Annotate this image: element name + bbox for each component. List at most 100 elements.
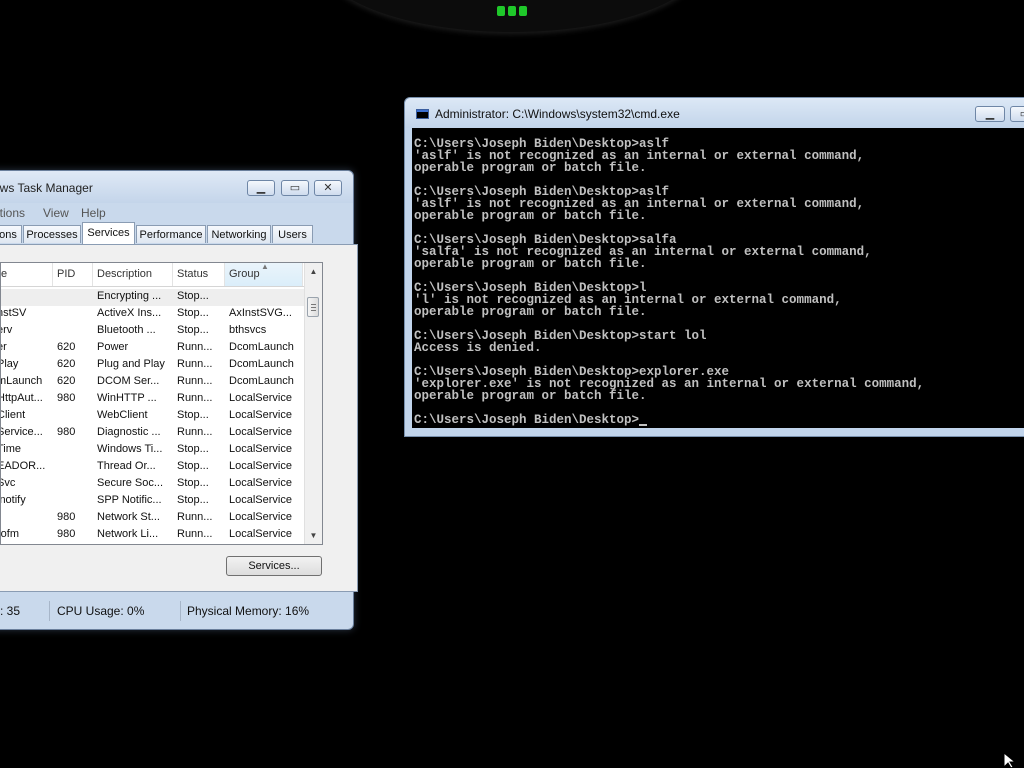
tab-performance[interactable]: Performance [136,225,206,243]
service-group: AxInstSVG... [229,307,292,319]
tab-users[interactable]: Users [272,225,313,243]
table-row[interactable]: inotify SPP Notific... Stop... LocalService [1,493,307,510]
tab-processes[interactable]: Processes [23,225,81,243]
service-name: Service... [0,426,43,438]
service-pid: 980 [57,528,76,540]
title-bar[interactable]: ows Task Manager ▁ ▭ ✕ [0,171,353,203]
maximize-button[interactable]: ▭ [1010,106,1024,122]
scroll-thumb[interactable] [307,297,319,317]
table-row[interactable]: Service... 980 Diagnostic ... Runn... LocalS… [1,425,307,442]
list-rows: Encrypting ... Stop... nstSV ActiveX Ins...… [1,289,307,544]
services-button[interactable]: Services... [226,556,322,576]
service-name: Client [1,409,26,421]
column-status[interactable]: Status [173,263,225,286]
console-line: Access is denied. [414,341,542,355]
service-status: Stop... [177,460,209,472]
service-status: Runn... [177,358,213,370]
service-group: LocalService [229,494,292,506]
service-pid: 620 [57,358,76,370]
service-group: LocalService [229,460,292,472]
service-name: Time [1,443,22,455]
service-description: Diagnostic ... [97,426,161,438]
service-status: Stop... [177,494,209,506]
tab-applications[interactable]: ons [0,225,22,243]
service-description: Power [97,341,129,353]
service-status: Runn... [177,392,213,404]
table-row[interactable]: Time Windows Ti... Stop... LocalService [1,442,307,459]
column-name[interactable]: e [1,263,53,286]
console-line: operable program or batch file. [414,257,647,271]
service-description: Secure Soc... [97,477,164,489]
column-pid[interactable]: PID [53,263,93,286]
menu-options[interactable]: ptions [0,206,25,220]
desktop: ows Task Manager ▁ ▭ ✕ ptions View Help … [0,0,1024,768]
service-status: Stop... [177,324,209,336]
table-row[interactable]: mLaunch 620 DCOM Ser... Runn... DcomLaunch [1,374,307,391]
service-name: inotify [0,494,26,506]
status-divider [180,601,181,621]
console-prompt: C:\Users\Joseph Biden\Desktop> [414,413,640,427]
service-description: WinHTTP ... [97,392,157,404]
maximize-button[interactable]: ▭ [281,180,309,196]
scroll-up-icon[interactable]: ▲ [305,263,322,280]
table-row[interactable]: Client WebClient Stop... LocalService [1,408,307,425]
service-group: DcomLaunch [229,375,294,387]
service-group: DcomLaunch [229,358,294,370]
service-group: LocalService [229,528,292,540]
service-group: LocalService [229,511,292,523]
status-bar: : 35 CPU Usage: 0% Physical Memory: 16% [0,599,344,623]
menu-view[interactable]: View [43,206,69,220]
vertical-scrollbar[interactable]: ▲ ▼ [304,263,322,544]
table-row[interactable]: Encrypting ... Stop... [1,289,307,306]
tab-networking[interactable]: Networking [207,225,271,243]
table-row[interactable]: erv Bluetooth ... Stop... bthsvcs [1,323,307,340]
table-row[interactable]: nstSV ActiveX Ins... Stop... AxInstSVG... [1,306,307,323]
services-list[interactable]: e PID Description Status Group ▲ Encrypt… [0,262,323,545]
console-prompt-line[interactable]: C:\Users\Joseph Biden\Desktop> [414,414,1024,426]
service-name: EADOR... [0,460,46,472]
table-row[interactable]: Svc Secure Soc... Stop... LocalService [1,476,307,493]
service-description: Plug and Play [97,358,165,370]
list-header: e PID Description Status Group ▲ [1,263,307,287]
table-row[interactable]: Play 620 Plug and Play Runn... DcomLaunch [1,357,307,374]
cpu-usage: CPU Usage: 0% [57,604,145,618]
table-row[interactable]: HttpAut... 980 WinHTTP ... Runn... LocalServ… [1,391,307,408]
text-cursor [639,424,648,426]
service-name: mLaunch [0,375,43,387]
close-button[interactable]: ✕ [314,180,342,196]
table-row[interactable]: 980 Network St... Runn... LocalService [1,510,307,527]
cmd-icon [416,109,429,119]
service-description: Thread Or... [97,460,156,472]
service-name: Svc [1,477,16,489]
sort-ascending-icon: ▲ [261,262,269,271]
console-line: operable program or batch file. [414,305,647,319]
menu-help[interactable]: Help [81,206,106,220]
status-divider [49,601,50,621]
console-line: operable program or batch file. [414,209,647,223]
tab-services[interactable]: Services [82,222,135,244]
minimize-icon: ▁ [256,182,266,194]
table-row[interactable]: er 620 Power Runn... DcomLaunch [1,340,307,357]
minimize-button[interactable]: ▁ [247,180,275,196]
minimize-button[interactable]: ▁ [975,106,1005,122]
command-prompt-window: Administrator: C:\Windows\system32\cmd.e… [404,97,1024,437]
service-group: LocalService [229,409,292,421]
table-row[interactable]: rofm 980 Network Li... Runn... LocalService [1,527,307,544]
service-description: DCOM Ser... [97,375,160,387]
service-pid: 980 [57,392,76,404]
service-group: DcomLaunch [229,341,294,353]
window-title: ows Task Manager [0,181,93,195]
title-bar[interactable]: Administrator: C:\Windows\system32\cmd.e… [405,98,1024,128]
column-description[interactable]: Description [93,263,173,286]
console-output[interactable]: C:\Users\Joseph Biden\Desktop>aslf'aslf'… [412,128,1024,428]
service-group: LocalService [229,426,292,438]
service-status: Stop... [177,290,209,302]
service-group: bthsvcs [229,324,267,336]
table-row[interactable]: EADOR... Thread Or... Stop... LocalService [1,459,307,476]
service-pid: 620 [57,375,76,387]
service-description: Bluetooth ... [97,324,156,336]
service-description: Encrypting ... [97,290,162,302]
menu-bar: ptions View Help [0,203,353,223]
column-group[interactable]: Group ▲ [225,263,303,286]
scroll-down-icon[interactable]: ▼ [305,527,322,544]
